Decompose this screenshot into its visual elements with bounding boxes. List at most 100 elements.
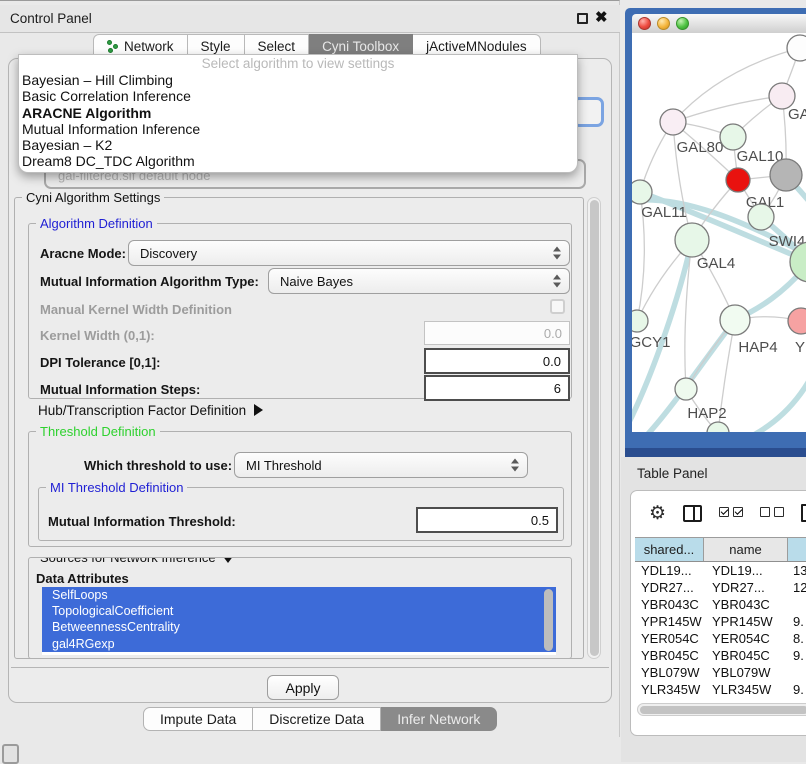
algorithm-popup-item[interactable]: Basic Correlation Inference <box>19 88 577 104</box>
which-threshold-combo[interactable]: MI Threshold <box>234 452 528 478</box>
table-cell <box>788 665 806 682</box>
network-nodes: GALGAL80GAL10GAL1SWI4GAL11GAL4GCY1HAP4YH… <box>632 35 806 432</box>
dpi-tolerance-value: 0.0 <box>543 354 561 369</box>
network-window-titlebar[interactable] <box>632 14 806 33</box>
table-column-header[interactable]: shared... <box>635 538 704 561</box>
minimized-panel-icon[interactable] <box>2 744 19 764</box>
hub-definition-expander[interactable]: Hub/Transcription Factor Definition <box>38 403 263 418</box>
network-node-hap4[interactable] <box>720 305 750 335</box>
table-row[interactable]: YBR045CYBR045C9. <box>635 648 806 665</box>
algorithm-popup-item[interactable]: Bayesian – K2 <box>19 137 577 153</box>
data-attribute-item[interactable]: BetweennessCentrality <box>42 619 556 635</box>
table-cell: YLR345W <box>704 682 788 699</box>
algorithm-popup-list: Bayesian – Hill ClimbingBasic Correlatio… <box>19 72 577 170</box>
table-row[interactable]: YDR27...YDR27...12 <box>635 580 806 597</box>
node-label: GAL <box>788 106 806 123</box>
tab-impute-data[interactable]: Impute Data <box>143 707 253 731</box>
float-panel-icon[interactable] <box>577 13 588 24</box>
apply-button[interactable]: Apply <box>267 675 339 700</box>
kernel-width-value: 0.0 <box>544 326 562 341</box>
data-attribute-item[interactable]: SelfLoops <box>42 587 556 603</box>
table-cell: 13 <box>788 563 806 580</box>
mi-type-combo[interactable]: Naive Bayes <box>268 268 570 294</box>
table-scrollbar-thumb[interactable] <box>640 706 806 714</box>
network-node[interactable] <box>770 159 802 191</box>
mi-threshold-label: Mutual Information Threshold: <box>48 514 236 529</box>
table-cell: YER054C <box>635 631 704 648</box>
network-node-gal11[interactable] <box>632 180 652 204</box>
table-cell: 12 <box>788 580 806 597</box>
data-attribute-item[interactable]: TopologicalCoefficient <box>42 603 556 619</box>
table-column-header[interactable]: name <box>704 538 788 561</box>
network-node-gcy1[interactable] <box>632 310 648 332</box>
table-horizontal-scrollbar[interactable] <box>637 703 806 716</box>
manual-kernel-label: Manual Kernel Width Definition <box>40 302 232 317</box>
network-node[interactable] <box>787 35 806 61</box>
table-cell: 8. <box>788 631 806 648</box>
split-columns-icon[interactable] <box>683 505 702 522</box>
algorithm-definition-title: Algorithm Definition <box>36 216 157 231</box>
table-row[interactable]: YLR345WYLR345W9. <box>635 682 806 699</box>
tab-infer-network[interactable]: Infer Network <box>381 707 497 731</box>
network-node-gal1[interactable] <box>726 168 750 192</box>
apply-button-label: Apply <box>285 680 320 696</box>
network-node-gal80[interactable] <box>660 109 686 135</box>
settings-scrollbar[interactable] <box>587 197 601 659</box>
table-cell: YDR27... <box>704 580 788 597</box>
algorithm-popup-prompt: Select algorithm to view settings <box>19 56 577 71</box>
network-node-gal10[interactable] <box>720 124 746 150</box>
table-cell: YPR145W <box>635 614 704 631</box>
network-canvas[interactable]: GALGAL80GAL10GAL1SWI4GAL11GAL4GCY1HAP4YH… <box>632 33 806 432</box>
mi-steps-field[interactable]: 6 <box>424 375 570 401</box>
table-cell: YBL079W <box>635 665 704 682</box>
kernel-width-field[interactable]: 0.0 <box>424 321 570 345</box>
network-node-swi4[interactable] <box>748 204 774 230</box>
algorithm-dropdown-popup: Select algorithm to view settings Bayesi… <box>18 54 578 173</box>
table-panel-title: Table Panel <box>637 466 708 481</box>
which-threshold-label: Which threshold to use: <box>84 458 232 473</box>
gear-icon[interactable]: ⚙ <box>649 504 666 523</box>
data-attributes-list[interactable]: SelfLoopsTopologicalCoefficientBetweenne… <box>42 587 556 655</box>
dpi-tolerance-field[interactable]: 0.0 <box>424 348 570 374</box>
table-cell: YDR27... <box>635 580 704 597</box>
manual-kernel-checkbox[interactable] <box>550 299 565 314</box>
mi-threshold-field[interactable]: 0.5 <box>416 507 558 533</box>
table-column-header[interactable] <box>788 538 806 561</box>
algorithm-popup-item[interactable]: Dream8 DC_TDC Algorithm <box>19 153 577 169</box>
algorithm-popup-item[interactable]: ARACNE Algorithm <box>19 105 577 121</box>
data-attribute-item[interactable]: gal4RGexp <box>42 636 556 652</box>
algorithm-popup-item[interactable]: Mutual Information Inference <box>19 121 577 137</box>
close-icon[interactable]: ✖ <box>595 8 608 26</box>
kernel-width-label: Kernel Width (0,1): <box>40 328 155 343</box>
table-row[interactable]: YPR145WYPR145W9. <box>635 614 806 631</box>
network-node-gal4[interactable] <box>675 223 709 257</box>
table-row[interactable]: YDL19...YDL19...13 <box>635 563 806 580</box>
aracne-mode-combo[interactable]: Discovery <box>128 240 570 266</box>
table-cell: 9. <box>788 682 806 699</box>
select-all-checkboxes-icon[interactable] <box>719 504 743 522</box>
mi-type-value: Naive Bayes <box>280 274 353 289</box>
mi-threshold-group-title: MI Threshold Definition <box>46 480 187 495</box>
settings-scrollbar-thumb[interactable] <box>590 200 599 656</box>
table-row[interactable]: YBR043CYBR043C <box>635 597 806 614</box>
node-label: GCY1 <box>632 334 670 351</box>
table-cell: YBL079W <box>704 665 788 682</box>
deselect-checkboxes-icon[interactable] <box>760 504 784 522</box>
network-node-hap2[interactable] <box>675 378 697 400</box>
close-traffic-light-icon[interactable] <box>638 17 651 30</box>
zoom-traffic-light-icon[interactable] <box>676 17 689 30</box>
network-node-y[interactable] <box>788 308 806 334</box>
table-cell: YLR345W <box>635 682 704 699</box>
attribute-list-scrollbar-thumb[interactable] <box>544 589 553 651</box>
node-label: HAP4 <box>738 339 777 356</box>
table-row[interactable]: YER054CYER054C8. <box>635 631 806 648</box>
table-row[interactable]: YBL079WYBL079W <box>635 665 806 682</box>
algorithm-popup-item[interactable]: Bayesian – Hill Climbing <box>19 72 577 88</box>
threshold-definition-title: Threshold Definition <box>36 424 160 439</box>
table-rows: YDL19...YDL19...13YDR27...YDR27...12YBR0… <box>635 563 806 699</box>
minimize-traffic-light-icon[interactable] <box>657 17 670 30</box>
node-label: GAL11 <box>641 204 687 221</box>
new-table-icon[interactable] <box>801 504 806 522</box>
tab-discretize-data[interactable]: Discretize Data <box>253 707 381 731</box>
node-label: GAL80 <box>677 139 724 156</box>
